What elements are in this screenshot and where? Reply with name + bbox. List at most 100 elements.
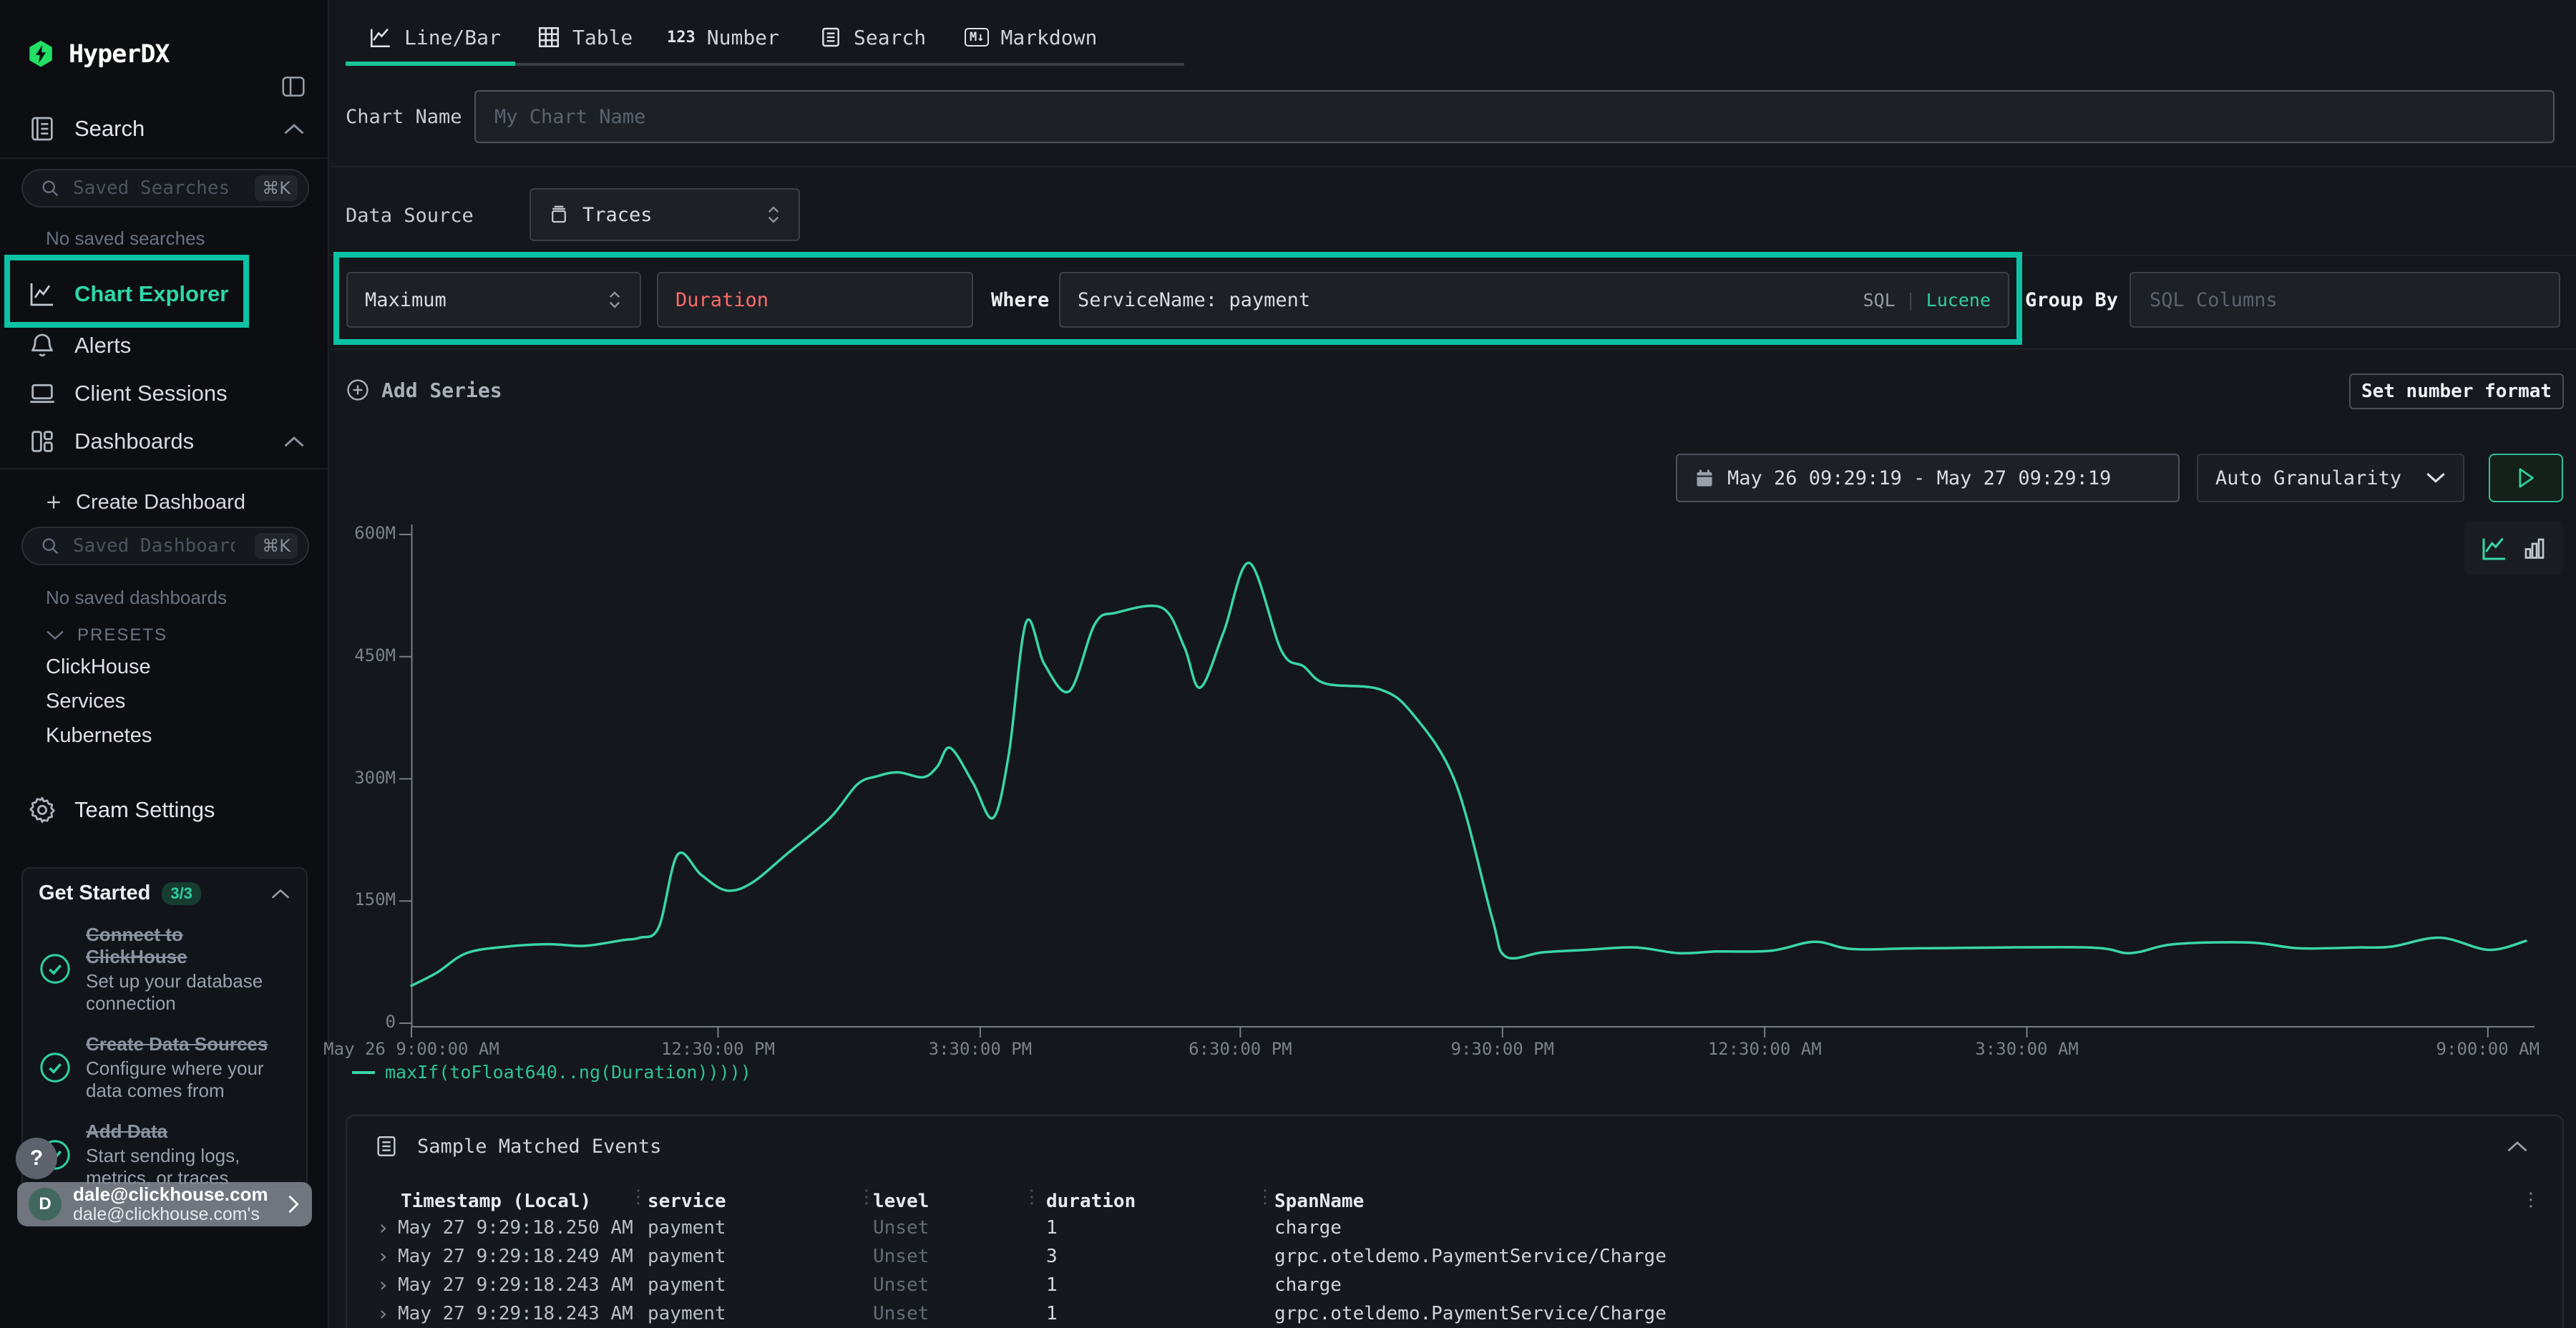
line-chart-icon[interactable] — [2480, 534, 2509, 562]
tab-markdown[interactable]: M↓ Markdown — [965, 20, 1097, 54]
legend-swatch — [352, 1071, 375, 1074]
sample-events-panel: Sample Matched Events Timestamp (Local) … — [346, 1115, 2564, 1328]
tab-number[interactable]: 123 Number — [667, 20, 779, 54]
divider — [331, 348, 2576, 350]
tab-search[interactable]: Search — [819, 20, 926, 54]
y-tick-label: 0 — [317, 1012, 396, 1032]
x-tick-label: May 26 9:00:00 AM — [297, 1039, 526, 1059]
set-number-format-button[interactable]: Set number format — [2349, 374, 2564, 409]
column-drag-handle-icon[interactable]: ⋮ — [1256, 1188, 1274, 1206]
kebab-menu-icon[interactable]: ⋮ — [2522, 1191, 2540, 1209]
sidebar-collapse-icon[interactable] — [279, 73, 308, 100]
chevron-up-icon[interactable] — [2507, 1140, 2528, 1153]
row-expand-icon[interactable]: › — [379, 1302, 387, 1325]
presets-toggle[interactable]: PRESETS — [46, 625, 167, 645]
chart-legend[interactable]: maxIf(toFloat640..ng(Duration))))) — [352, 1062, 751, 1083]
field-value: Duration — [675, 289, 769, 311]
shortcut-badge: ⌘K — [255, 533, 298, 559]
shortcut-badge: ⌘K — [255, 175, 298, 201]
main-content: Line/Bar Table 123 Number Search M↓ Mark… — [331, 0, 2576, 1328]
aggregation-select[interactable]: Maximum — [346, 272, 641, 328]
bar-chart-icon[interactable] — [2522, 535, 2547, 561]
saved-searches-field[interactable] — [72, 177, 236, 200]
create-dashboard-button[interactable]: Create Dashboard — [0, 481, 329, 524]
alerts-bell-icon — [27, 331, 57, 361]
sidebar-item-alerts[interactable]: Alerts — [0, 324, 329, 367]
sidebar-search-label: Search — [74, 116, 145, 142]
sidebar-item-dashboards[interactable]: Dashboards — [0, 420, 329, 463]
column-header-service[interactable]: service — [648, 1191, 726, 1212]
gear-icon — [27, 795, 57, 825]
get-started-item[interactable]: Create Data Sources Configure where your… — [39, 1033, 291, 1102]
saved-searches-input[interactable]: ⌘K — [21, 169, 309, 208]
cell-timestamp: May 27 9:29:18.249 AM — [398, 1246, 633, 1267]
table-row[interactable]: › May 27 9:29:18.243 AM payment Unset 1 … — [347, 1274, 2562, 1303]
cell-level: Unset — [873, 1303, 929, 1324]
saved-dashboards-input[interactable]: ⌘K — [21, 527, 309, 565]
get-started-item[interactable]: Connect to ClickHouse Set up your databa… — [39, 924, 291, 1015]
cell-service: payment — [648, 1217, 726, 1239]
cell-timestamp: May 27 9:29:18.243 AM — [398, 1274, 633, 1296]
events-list-icon — [374, 1134, 399, 1158]
column-drag-handle-icon[interactable]: ⋮ — [629, 1188, 648, 1206]
traces-database-icon — [548, 204, 570, 225]
preset-clickhouse[interactable]: ClickHouse — [46, 655, 151, 679]
get-started-item-title: Connect to ClickHouse — [86, 924, 273, 967]
group-by-field[interactable] — [2148, 288, 2542, 312]
cell-spanname: grpc.oteldemo.PaymentService/Charge — [1274, 1246, 1667, 1267]
get-started-item[interactable]: Add Data Start sending logs, metrics, or… — [39, 1120, 291, 1189]
sidebar-item-client-sessions[interactable]: Client Sessions — [0, 372, 329, 415]
group-by-input[interactable] — [2129, 272, 2560, 328]
column-header-spanname[interactable]: SpanName — [1274, 1191, 1364, 1212]
column-header-level[interactable]: level — [873, 1191, 929, 1212]
saved-dashboards-field[interactable] — [72, 534, 236, 557]
column-header-duration[interactable]: duration — [1046, 1191, 1136, 1212]
tab-table[interactable]: Table — [537, 20, 633, 54]
tab-line-bar[interactable]: Line/Bar — [369, 20, 501, 54]
row-expand-icon[interactable]: › — [379, 1216, 387, 1239]
where-value: ServiceName: payment — [1078, 289, 1310, 311]
sidebar-item-team-settings[interactable]: Team Settings — [0, 788, 329, 831]
column-header-timestamp[interactable]: Timestamp (Local) — [401, 1191, 591, 1212]
where-input[interactable]: ServiceName: payment SQL | Lucene — [1059, 272, 2009, 328]
presets-label: PRESETS — [77, 625, 167, 645]
row-expand-icon[interactable]: › — [379, 1273, 387, 1297]
sample-events-header[interactable]: Sample Matched Events — [347, 1116, 2562, 1176]
check-circle-icon — [39, 1051, 72, 1084]
lucene-mode-toggle[interactable]: Lucene — [1926, 290, 1991, 311]
search-list-icon — [819, 26, 842, 49]
run-query-button[interactable] — [2489, 454, 2563, 502]
question-mark-icon: ? — [30, 1146, 43, 1171]
line-bar-chart-icon — [369, 25, 393, 49]
sql-mode-toggle[interactable]: SQL — [1863, 290, 1895, 311]
hyperdx-logo-icon — [26, 39, 56, 69]
date-range-picker[interactable]: May 26 09:29:19 - May 27 09:29:19 — [1676, 454, 2180, 502]
select-updown-icon — [766, 204, 781, 225]
granularity-select[interactable]: Auto Granularity — [2197, 454, 2464, 502]
add-series-button[interactable]: Add Series — [346, 378, 502, 402]
where-label: Where — [991, 289, 1049, 311]
data-source-select[interactable]: Traces — [530, 188, 800, 241]
user-profile-bar[interactable]: D dale@clickhouse.com dale@clickhouse.co… — [17, 1182, 312, 1226]
table-row[interactable]: › May 27 9:29:18.243 AM payment Unset 1 … — [347, 1303, 2562, 1328]
column-drag-handle-icon[interactable]: ⋮ — [1023, 1188, 1041, 1206]
row-expand-icon[interactable]: › — [379, 1244, 387, 1268]
help-button[interactable]: ? — [16, 1138, 57, 1179]
table-row[interactable]: › May 27 9:29:18.249 AM payment Unset 3 … — [347, 1246, 2562, 1274]
sidebar-item-chart-explorer[interactable]: Chart Explorer — [0, 273, 329, 316]
chart-name-field[interactable] — [493, 105, 2536, 129]
preset-services[interactable]: Services — [46, 690, 125, 713]
cell-level: Unset — [873, 1217, 929, 1239]
calendar-icon — [1694, 468, 1714, 488]
chevron-up-icon[interactable] — [270, 888, 291, 899]
avatar: D — [29, 1188, 62, 1221]
x-tick-label: 3:30:00 AM — [1913, 1039, 2142, 1059]
sidebar-item-search[interactable]: Search — [0, 107, 329, 150]
chevron-up-icon[interactable] — [283, 435, 305, 448]
chart-name-input[interactable] — [474, 90, 2555, 143]
chevron-up-icon[interactable] — [283, 122, 305, 135]
table-row[interactable]: › May 27 9:29:18.250 AM payment Unset 1 … — [347, 1217, 2562, 1246]
preset-kubernetes[interactable]: Kubernetes — [46, 724, 152, 748]
x-tick-label: 6:30:00 PM — [1126, 1039, 1355, 1059]
field-input[interactable]: Duration — [657, 272, 973, 328]
